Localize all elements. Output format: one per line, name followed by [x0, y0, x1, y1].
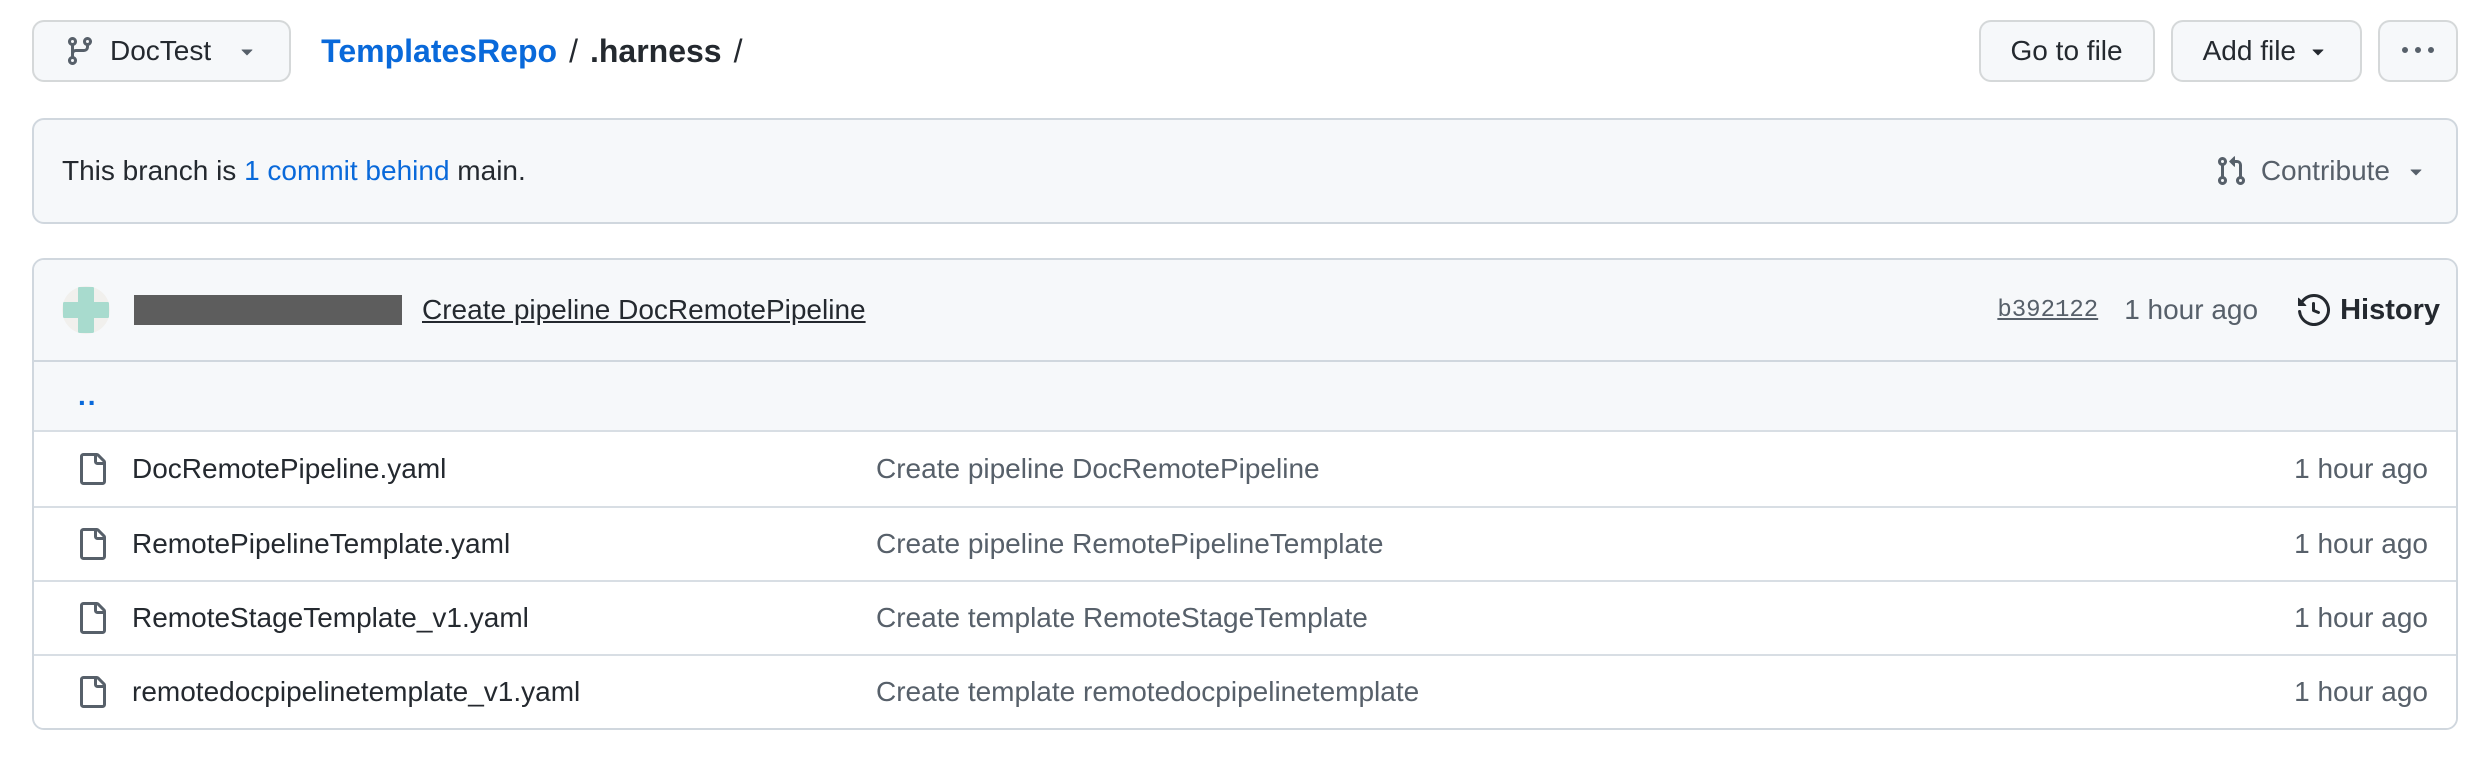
- file-name-link[interactable]: remotedocpipelinetemplate_v1.yaml: [132, 676, 580, 708]
- file-icon: [76, 676, 108, 708]
- chevron-down-icon: [235, 39, 259, 63]
- file-name-cell: DocRemotePipeline.yaml: [76, 453, 876, 485]
- file-icon: [76, 453, 108, 485]
- file-commit-message-cell: Create pipeline RemotePipelineTemplate: [876, 528, 2294, 560]
- branch-status-suffix: main.: [450, 155, 526, 186]
- history-link[interactable]: History: [2298, 294, 2440, 327]
- file-name-cell: RemotePipelineTemplate.yaml: [76, 528, 876, 560]
- branch-selector-button[interactable]: DocTest: [32, 20, 291, 82]
- file-commit-message-cell: Create template RemoteStageTemplate: [876, 602, 2294, 634]
- file-name-cell: RemoteStageTemplate_v1.yaml: [76, 602, 876, 634]
- file-icon: [76, 602, 108, 634]
- breadcrumb: TemplatesRepo / .harness /: [321, 33, 742, 70]
- file-commit-time: 1 hour ago: [2294, 602, 2428, 634]
- file-icon: [76, 528, 108, 560]
- table-row[interactable]: RemoteStageTemplate_v1.yaml Create templ…: [34, 580, 2456, 654]
- history-icon: [2298, 294, 2330, 326]
- table-row[interactable]: DocRemotePipeline.yaml Create pipeline D…: [34, 432, 2456, 506]
- latest-commit-meta: b392122 1 hour ago History: [1997, 294, 2440, 327]
- git-pull-request-icon: [2215, 155, 2247, 187]
- repo-header-bar: DocTest TemplatesRepo / .harness / Go to…: [32, 20, 2458, 82]
- add-file-button[interactable]: Add file: [2171, 20, 2362, 82]
- branch-name-label: DocTest: [110, 35, 211, 67]
- file-commit-message-cell: Create pipeline DocRemotePipeline: [876, 453, 2294, 485]
- breadcrumb-trailing-separator: /: [734, 33, 743, 70]
- repo-header-actions: Go to file Add file: [1979, 20, 2458, 82]
- chevron-down-icon: [2404, 159, 2428, 183]
- more-options-button[interactable]: [2378, 20, 2458, 82]
- table-row[interactable]: RemotePipelineTemplate.yaml Create pipel…: [34, 506, 2456, 580]
- file-name-link[interactable]: RemoteStageTemplate_v1.yaml: [132, 602, 529, 634]
- file-commit-time: 1 hour ago: [2294, 676, 2428, 708]
- branch-status-prefix: This branch is: [62, 155, 244, 186]
- history-label: History: [2340, 294, 2440, 327]
- file-name-link[interactable]: DocRemotePipeline.yaml: [132, 453, 446, 485]
- commits-behind-link[interactable]: 1 commit behind: [244, 155, 449, 186]
- commit-time: 1 hour ago: [2124, 294, 2258, 326]
- add-file-label: Add file: [2203, 35, 2296, 67]
- file-commit-message-link[interactable]: Create pipeline RemotePipelineTemplate: [876, 528, 1383, 559]
- repo-file-browser-page: DocTest TemplatesRepo / .harness / Go to…: [0, 20, 2490, 730]
- contribute-button[interactable]: Contribute: [2215, 155, 2428, 187]
- redacted-username[interactable]: [134, 295, 402, 325]
- branch-status-banner: This branch is 1 commit behind main. Con…: [32, 118, 2458, 224]
- file-commit-time: 1 hour ago: [2294, 528, 2428, 560]
- file-commit-message-link[interactable]: Create pipeline DocRemotePipeline: [876, 453, 1320, 484]
- commit-hash-link[interactable]: b392122: [1997, 297, 2098, 324]
- avatar[interactable]: [62, 286, 110, 334]
- file-name-link[interactable]: RemotePipelineTemplate.yaml: [132, 528, 510, 560]
- file-name-cell: remotedocpipelinetemplate_v1.yaml: [76, 676, 876, 708]
- file-table: Create pipeline DocRemotePipeline b39212…: [32, 258, 2458, 730]
- file-commit-time: 1 hour ago: [2294, 453, 2428, 485]
- go-to-file-button[interactable]: Go to file: [1979, 20, 2155, 82]
- file-commit-message-link[interactable]: Create template RemoteStageTemplate: [876, 602, 1368, 633]
- file-commit-message-link[interactable]: Create template remotedocpipelinetemplat…: [876, 676, 1419, 707]
- breadcrumb-repo-link[interactable]: TemplatesRepo: [321, 33, 557, 70]
- latest-commit-message-link[interactable]: Create pipeline DocRemotePipeline: [422, 294, 866, 326]
- git-branch-icon: [64, 35, 96, 67]
- breadcrumb-separator: /: [569, 33, 578, 70]
- breadcrumb-current-dir: .harness: [590, 33, 722, 70]
- parent-directory-link[interactable]: ..: [78, 380, 98, 412]
- latest-commit-header: Create pipeline DocRemotePipeline b39212…: [34, 260, 2456, 362]
- file-commit-message-cell: Create template remotedocpipelinetemplat…: [876, 676, 2294, 708]
- table-row[interactable]: remotedocpipelinetemplate_v1.yaml Create…: [34, 654, 2456, 728]
- contribute-label: Contribute: [2261, 155, 2390, 187]
- kebab-horizontal-icon: [2402, 35, 2434, 67]
- chevron-down-icon: [2306, 39, 2330, 63]
- branch-status-text: This branch is 1 commit behind main.: [62, 155, 526, 187]
- parent-directory-row[interactable]: ..: [34, 362, 2456, 432]
